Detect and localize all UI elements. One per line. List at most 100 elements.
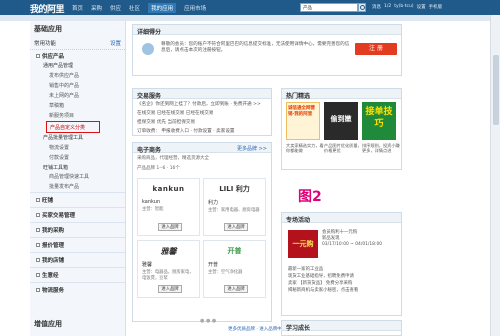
sidebar-group-supply[interactable]: 供应产品 — [30, 50, 125, 61]
brand-desc: 主营：家用电器、厨房电器 — [208, 208, 260, 213]
expand-icon[interactable] — [36, 287, 40, 292]
ad-text: 诚信通全网营销·我的阿里 — [288, 106, 315, 117]
brand-center-link[interactable]: 更多优质品牌 · 进入品牌中心 — [228, 326, 286, 332]
sidebar-category[interactable]: 通用产品管理 — [30, 61, 125, 70]
ecomm-subtitle: 采购商品，代理经营，精选货源大全 — [137, 156, 209, 161]
sidebar-item[interactable]: 未上网的产品 — [30, 90, 125, 100]
sidebar-item[interactable]: 批量发布产品 — [30, 182, 125, 192]
search-icon[interactable] — [358, 3, 366, 12]
ad-caption[interactable]: 排序规则，投资小赚更多，详情点进 — [362, 143, 400, 153]
sidebar-item[interactable]: 新服务项目 — [30, 111, 125, 121]
ad-banner[interactable]: 接单技巧 — [362, 102, 396, 140]
events-card: 专场活动 一元购 会员购利十一元购 新品发现 03/17/10:00 ~ 04/… — [281, 212, 402, 316]
brand-tile[interactable]: 开普 开普 主营：空气净化器 进入品牌 — [203, 240, 266, 298]
brand-name: 雅馨 — [142, 262, 153, 268]
top-navigation-bar: 我的阿里 首页 采购 供应 社区 我的应用 应用市场 产品 消息 1/2 ty(… — [0, 0, 500, 15]
register-button[interactable]: 注 册 — [355, 43, 397, 55]
nav-my-apps[interactable]: 我的应用 — [148, 3, 177, 13]
event-list-item[interactable]: 最新一家的工业品 — [288, 266, 358, 273]
enter-brand-button[interactable]: 进入品牌 — [224, 285, 248, 293]
brand-desc: 主营：空气净化器 — [208, 270, 243, 275]
trade-row[interactable]: 在线交易 已经在线交易 已经在线交易 — [133, 108, 271, 117]
event-list-item[interactable]: 揭秘新商机与卖家小秘密，点击查看 — [288, 287, 358, 294]
event-list-item[interactable]: 现货工业基础指导，招聘免费申请 — [288, 273, 358, 280]
event-list-item[interactable]: 卖家 【新货货品】 免费分享采购 — [288, 280, 358, 287]
main-label: 我的店铺 — [42, 257, 65, 264]
sidebar-main-item[interactable]: 物流服务 — [30, 281, 125, 297]
sidebar-title: 基础应用 — [34, 25, 62, 33]
trade-row[interactable]: 担保交易 优先 当前担保交易 — [133, 117, 271, 126]
user-item[interactable]: ty(b·tcu) — [394, 4, 413, 10]
brand-tile[interactable]: LILI 利力 利力 主营：家用电器、厨房电器 进入品牌 — [203, 178, 266, 236]
user-item[interactable]: 1/2 — [384, 4, 391, 10]
ad-text: 接单技巧 — [365, 107, 393, 129]
sidebar-item[interactable]: 草稿箱 — [30, 101, 125, 111]
trade-row[interactable]: 订单收费： 申报收费入口 · 付款设置 · 卖家设置 — [133, 126, 271, 135]
sidebar-main-item[interactable]: 报价管理 — [30, 236, 125, 252]
events-title: 专场活动 — [282, 213, 401, 224]
brand-tile[interactable]: kankun kankun 主营：智能 进入品牌 — [137, 178, 200, 236]
trade-row[interactable]: 《名企》你还到网上挂了？付款后，立即到账 · 免费开通 >> — [133, 99, 271, 108]
sidebar-main-item[interactable]: 生意经 — [30, 266, 125, 282]
sidebar-main-item[interactable]: 我的店铺 — [30, 251, 125, 267]
expand-icon[interactable] — [36, 197, 40, 202]
main-label: 旺铺 — [42, 197, 54, 204]
nav-home[interactable]: 首页 — [72, 4, 83, 13]
nav-supply[interactable]: 供应 — [110, 4, 121, 13]
expand-icon[interactable] — [36, 54, 40, 58]
brand-desc: 主营：电器品，厨房家电，电饭煲，豆浆 — [142, 270, 194, 281]
top-nav: 首页 采购 供应 社区 我的应用 应用市场 — [72, 3, 206, 13]
page-scrollbar[interactable] — [490, 15, 500, 336]
ecomm-header: 电子商务 更多品牌 >> — [133, 143, 271, 154]
sidebar-item[interactable]: 付款设置 — [30, 152, 125, 162]
ad-banner[interactable]: 偷到嫩 — [324, 102, 358, 140]
brand-tile[interactable]: 雅馨 雅馨 主营：电器品，厨房家电，电饭煲，豆浆 进入品牌 — [137, 240, 200, 298]
figure-label: 图2 — [298, 189, 322, 205]
expand-icon[interactable] — [36, 257, 40, 262]
sidebar-item[interactable]: 销售中的产品 — [30, 80, 125, 90]
sidebar-item-custom-category[interactable]: 产品自定义分类 — [46, 120, 100, 134]
more-brands-link[interactable]: 更多品牌 >> — [237, 145, 267, 152]
user-item[interactable]: 设置 — [417, 4, 426, 10]
sidebar-main-item[interactable]: 我的采购 — [30, 221, 125, 237]
search-input[interactable]: 产品 — [300, 3, 358, 12]
enter-brand-button[interactable]: 进入品牌 — [158, 223, 182, 231]
user-item[interactable]: 消息 — [372, 4, 381, 10]
sidebar-item[interactable]: 商品管理快速工具 — [30, 172, 125, 182]
expand-icon[interactable] — [36, 212, 40, 217]
ad-caption[interactable]: 产品图片优化质量，价格更优 — [324, 143, 362, 153]
enter-brand-button[interactable]: 进入品牌 — [158, 285, 182, 293]
carousel-dots[interactable]: ● ● ● — [200, 318, 216, 324]
site-logo[interactable]: 我的阿里 — [30, 2, 65, 15]
expand-icon[interactable] — [36, 242, 40, 247]
settings-link[interactable]: 设置 — [110, 39, 121, 47]
nav-community[interactable]: 社区 — [129, 4, 140, 13]
user-item[interactable]: 手机版 — [429, 4, 443, 10]
common-label: 常用功能 — [34, 41, 57, 47]
ecomm-filter[interactable]: 产品品牌 1--6 · 16个 — [133, 163, 271, 173]
event-info: 会员购利十一元购 新品发现 03/17/10:00 ~ 04/01/18:00 — [322, 230, 382, 248]
sidebar-category[interactable]: 旺铺工具箱 — [30, 163, 125, 172]
nav-purchase[interactable]: 采购 — [91, 4, 102, 13]
enter-brand-button[interactable]: 进入品牌 — [224, 223, 248, 231]
brand-logo: 雅馨 — [160, 246, 177, 256]
sidebar-item[interactable]: 发布供应产品 — [30, 70, 125, 80]
sidebar-item[interactable]: 物流设置 — [30, 142, 125, 152]
expand-icon[interactable] — [36, 272, 40, 277]
ad-caption[interactable]: 大卖家精选实力，看你都能做 — [286, 143, 324, 153]
hot-title: 热门精选 — [282, 89, 401, 100]
sidebar-main-item[interactable]: 买家交易管理 — [30, 206, 125, 222]
expand-icon[interactable] — [36, 227, 40, 232]
sidebar-category[interactable]: 产品批量管理工具 — [30, 133, 125, 142]
scrollbar-thumb[interactable] — [493, 55, 499, 125]
ecomm-title: 电子商务 — [137, 147, 162, 154]
nav-app-market[interactable]: 应用市场 — [184, 4, 206, 13]
event-image[interactable]: 一元购 — [288, 230, 318, 258]
learn-card: 学习成长 — [281, 320, 402, 336]
group-label: 供应产品 — [42, 54, 65, 60]
bell-icon — [142, 43, 154, 55]
search-category[interactable]: 产品 — [303, 6, 312, 11]
sidebar-main-item[interactable]: 旺铺 — [30, 191, 125, 207]
brand-desc: 主营：智能 — [142, 207, 164, 212]
ad-banner[interactable]: 诚信通全网营销·我的阿里 — [286, 102, 320, 140]
